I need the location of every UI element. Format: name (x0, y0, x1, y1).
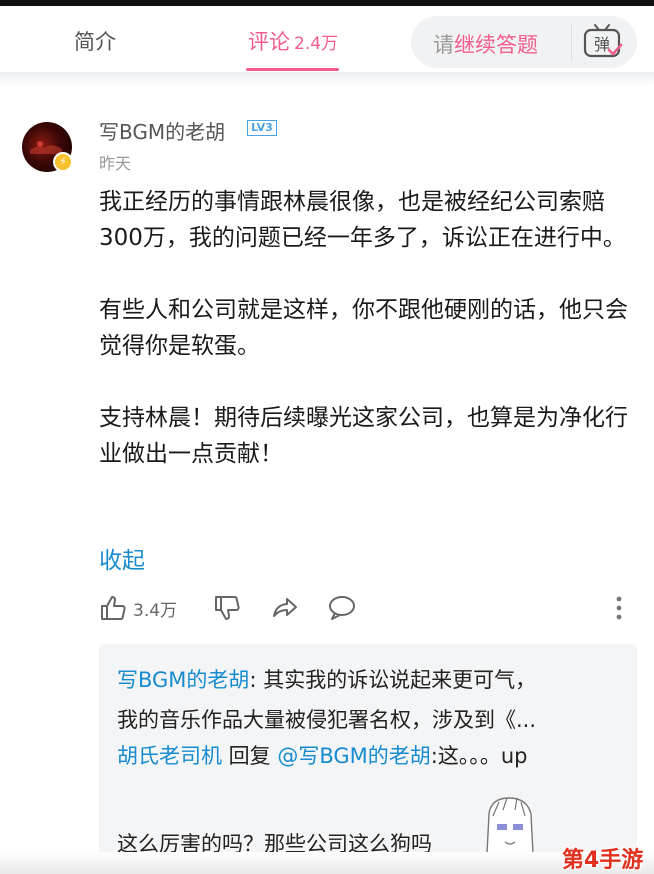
reply-text: : 其实我的诉讼说起来更可气， (249, 668, 537, 692)
reply-line: 胡氏老司机 回复 @写BGM的老胡:这。。。up (117, 740, 528, 770)
more-options-icon[interactable] (613, 594, 625, 622)
collapse-link[interactable]: 收起 (99, 541, 145, 575)
comment-paragraph: 我正经历的事情跟林晨很像，也是被经纪公司索赔300万，我的问题已经一年多了，诉讼… (99, 189, 626, 251)
dislike-icon[interactable] (213, 594, 241, 622)
share-icon[interactable] (271, 594, 299, 622)
danmaku-highlight: 继续答题 (454, 33, 538, 57)
comment-body: 我正经历的事情跟林晨很像，也是被经纪公司索赔300万，我的问题已经一年多了，诉讼… (99, 184, 639, 472)
active-tab-indicator (246, 68, 339, 71)
reply-connector: 回复 (222, 744, 278, 768)
danmaku-placeholder: 请继续答题 (433, 29, 538, 59)
tab-bar: 简介 评论 2.4万 请继续答题 弹 (0, 6, 654, 71)
danmaku-input[interactable]: 请继续答题 弹 (411, 16, 637, 68)
reply-line: 我的音乐作品大量被侵犯署名权，涉及到《... (117, 708, 537, 732)
divider (571, 24, 572, 60)
bottom-shadow (0, 852, 654, 874)
comment-paragraph: 支持林晨！期待后续曝光这家公司，也算是为净化行业做出一点贡献！ (99, 405, 628, 467)
tab-comments-count: 2.4万 (294, 34, 339, 54)
danmaku-prefix: 请 (433, 33, 454, 57)
watermark-logo: 第4手游 (562, 848, 644, 873)
danmaku-glyph: 弹 (594, 35, 610, 54)
tab-comments[interactable]: 评论 2.4万 (248, 26, 338, 56)
tab-comments-label: 评论 (248, 30, 290, 54)
comment-paragraph: 有些人和公司就是这样，你不跟他硬刚的话，他只会觉得你是软蛋。 (99, 297, 628, 359)
replies-preview[interactable]: 写BGM的老胡: 其实我的诉讼说起来更可气， 我的音乐作品大量被侵犯署名权，涉及… (99, 644, 637, 874)
danmaku-toggle-icon[interactable]: 弹 (579, 22, 625, 62)
comment-actions: 3.4万 (99, 592, 639, 624)
tab-intro[interactable]: 简介 (74, 26, 116, 56)
like-count: 3.4万 (133, 601, 178, 621)
reply-mention[interactable]: @写BGM的老胡 (277, 744, 430, 768)
comment-time: 昨天 (99, 154, 132, 173)
reply-username[interactable]: 写BGM的老胡 (117, 668, 249, 692)
reply-text: :这。。。up (430, 744, 528, 768)
comment-username[interactable]: 写BGM的老胡 (99, 116, 225, 145)
verified-badge-icon: ⚡ (53, 152, 73, 172)
tab-shadow (0, 72, 654, 86)
like-icon[interactable] (99, 594, 127, 622)
reply-username[interactable]: 胡氏老司机 (117, 744, 222, 768)
reply-icon[interactable] (327, 594, 357, 622)
level-badge: LV3 (247, 120, 277, 136)
reply-line: 写BGM的老胡: 其实我的诉讼说起来更可气， (117, 664, 536, 694)
